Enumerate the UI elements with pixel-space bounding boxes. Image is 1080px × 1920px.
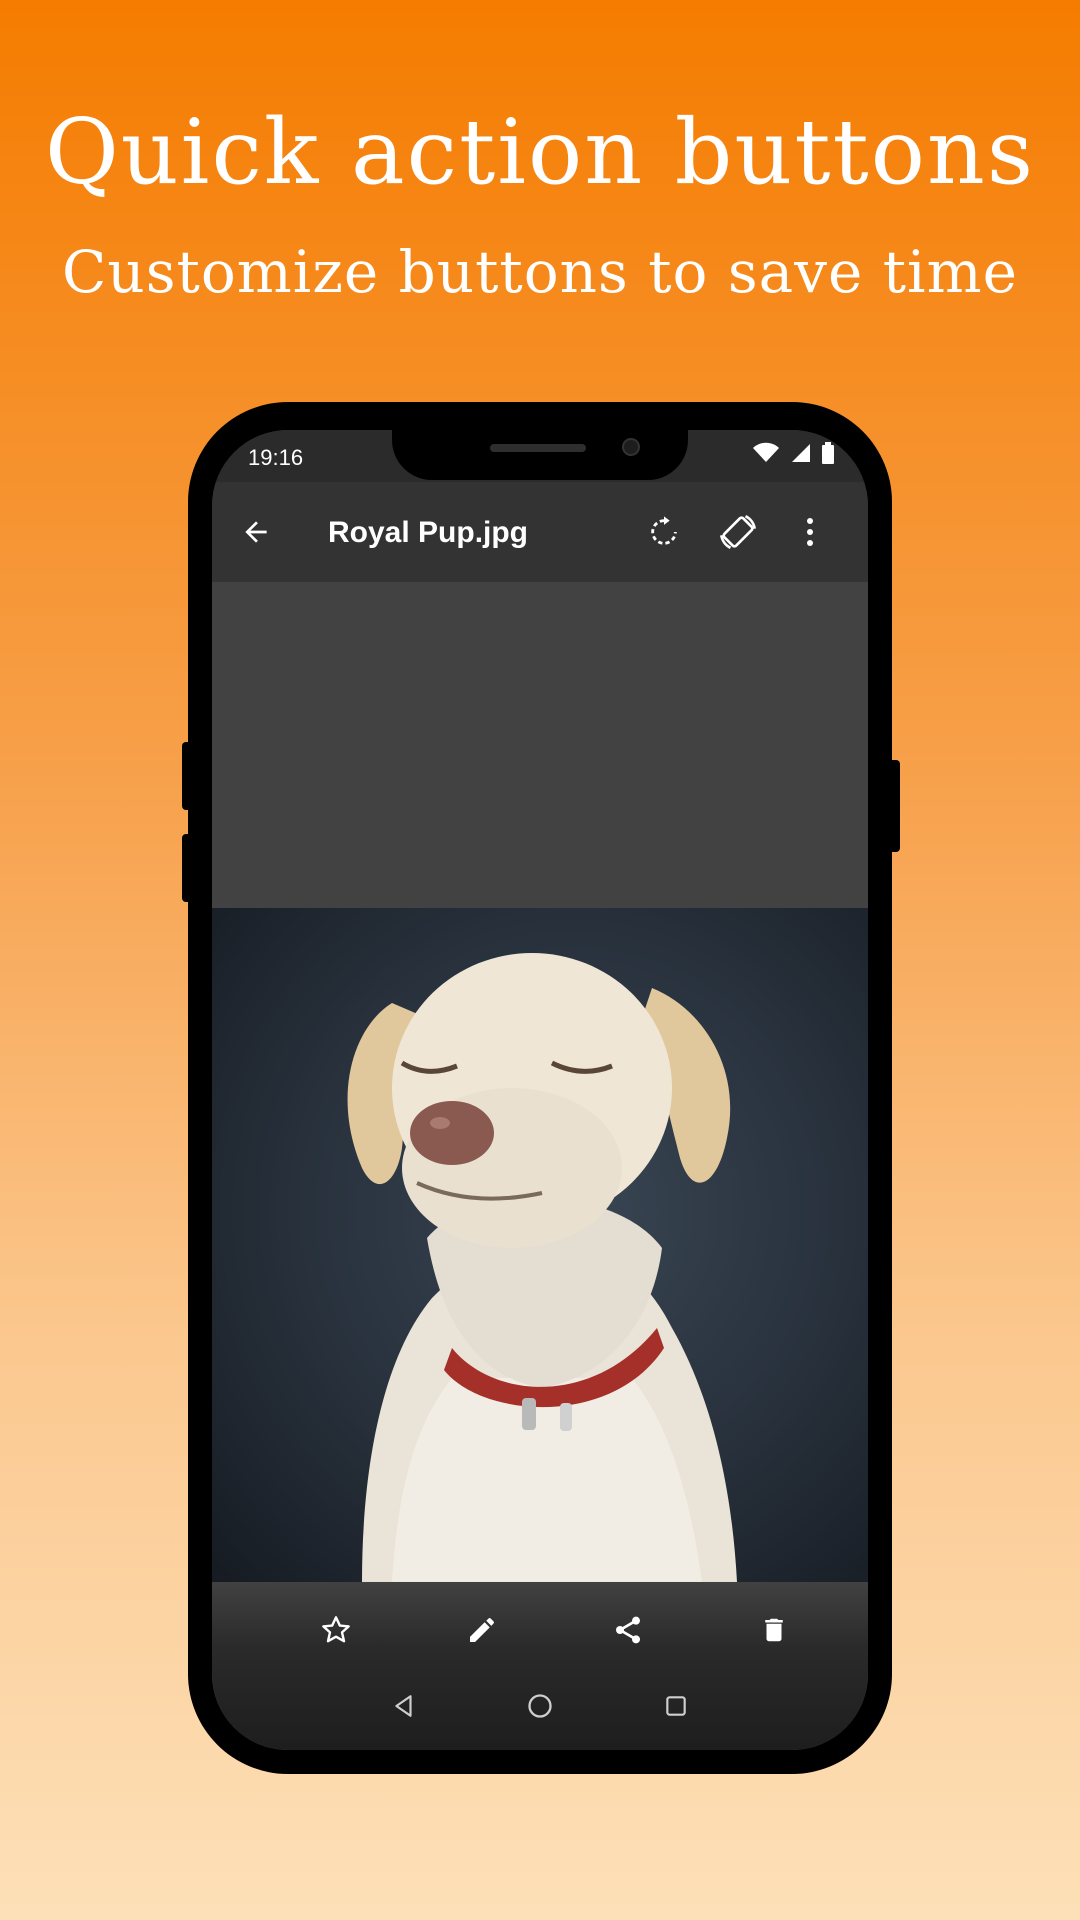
battery-icon <box>822 442 834 469</box>
dog-photo[interactable] <box>212 908 868 1582</box>
wifi-icon <box>752 442 780 469</box>
promo-headline: Quick action buttons <box>44 100 1036 205</box>
status-bar: 19:16 <box>212 430 868 482</box>
power-key <box>888 760 900 852</box>
image-viewer[interactable] <box>212 582 868 1750</box>
volume-down-key <box>182 834 192 902</box>
signal-icon <box>790 442 812 469</box>
app-toolbar: Royal Pup.jpg <box>212 482 868 582</box>
arrow-back-icon[interactable] <box>232 508 280 556</box>
file-title: Royal Pup.jpg <box>328 516 529 549</box>
home-circle-icon[interactable] <box>518 1684 562 1728</box>
rotate-icon[interactable] <box>640 508 688 556</box>
promo-subline: Customize buttons to save time <box>62 238 1018 306</box>
system-nav-bar <box>212 1662 868 1750</box>
back-triangle-icon[interactable] <box>382 1684 426 1728</box>
earpiece-speaker <box>490 444 586 452</box>
edit-pencil-icon[interactable] <box>454 1602 510 1658</box>
front-camera <box>622 438 640 456</box>
phone-screen: 19:16 Royal Pup.jpg <box>212 430 868 1750</box>
star-outline-icon[interactable] <box>308 1602 364 1658</box>
screen-rotation-icon[interactable] <box>714 508 762 556</box>
volume-up-key <box>182 742 192 810</box>
display-notch <box>392 430 688 480</box>
delete-icon[interactable] <box>746 1602 802 1658</box>
status-time: 19:16 <box>248 445 304 470</box>
share-icon[interactable] <box>600 1602 656 1658</box>
dog-illustration <box>347 953 737 1582</box>
recents-square-icon[interactable] <box>654 1684 698 1728</box>
more-vertical-icon[interactable] <box>786 508 834 556</box>
